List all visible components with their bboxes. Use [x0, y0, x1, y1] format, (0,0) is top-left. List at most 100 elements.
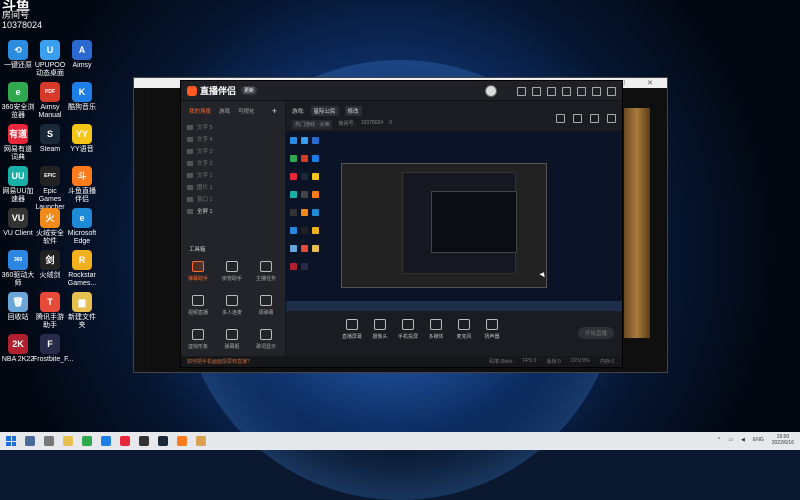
skin-icon[interactable] [532, 86, 541, 96]
task-view-icon[interactable] [44, 436, 54, 446]
source-item[interactable]: 文字 1 [187, 169, 285, 181]
modify-category-button[interactable]: 修改 [344, 106, 362, 116]
visibility-icon[interactable] [187, 124, 193, 130]
message-icon[interactable] [517, 86, 526, 96]
tool-button[interactable]: 弹幕助手 [183, 261, 213, 282]
control-button[interactable]: 手机投屏 [394, 319, 422, 340]
control-label: 摄像头 [372, 334, 388, 340]
desktop-icon[interactable]: UU 网易UU加速器 [1, 166, 35, 204]
desktop-icon[interactable]: PDF Aimsy Manual [33, 82, 67, 120]
desktop-icon[interactable]: F Frostbite_F... [33, 334, 73, 364]
source-item[interactable]: 文字 5 [187, 121, 285, 133]
desktop-icon[interactable]: e Microsoft Edge [65, 208, 99, 246]
desktop-icon[interactable]: S Steam [33, 124, 67, 154]
add-source-icon[interactable]: + [272, 106, 277, 116]
tool-button[interactable]: 弹幕姬 [217, 329, 247, 350]
desktop-icon[interactable]: 斗斗鱼直播伴侣 [65, 166, 99, 204]
desktop-icon[interactable]: U UPUPOO动态桌面 [33, 40, 67, 78]
source-item[interactable]: 窗口 1 [187, 193, 285, 205]
desktop-icon[interactable]: YY YY语音 [65, 124, 99, 154]
desktop-icon[interactable]: e 360安全浏览器 [1, 82, 35, 120]
status-help-link[interactable]: 如何把手机画面投屏到直播? [187, 358, 250, 365]
visibility-icon[interactable] [187, 148, 193, 154]
visibility-icon[interactable] [187, 172, 193, 178]
network-icon[interactable]: ▭ [728, 437, 733, 443]
tool-icon [260, 295, 272, 306]
desktop-icon[interactable]: A Aimsy [65, 40, 99, 70]
tool-button[interactable]: 视频直播 [183, 295, 213, 316]
tool-button[interactable]: 多人连麦 [217, 295, 247, 316]
desktop-icon[interactable]: EPICEpic Games Launcher [33, 166, 67, 212]
kugou-icon[interactable] [101, 436, 111, 446]
source-label: 文字 3 [197, 149, 213, 155]
link-icon[interactable] [607, 114, 616, 123]
desktop-icon[interactable]: ▆ 新建文件夹 [65, 292, 99, 330]
desktop-icon[interactable]: ⟲ 一键还原 [1, 40, 35, 70]
visibility-icon[interactable] [187, 208, 193, 214]
control-button[interactable]: 摄像头 [366, 319, 394, 340]
stream-preview[interactable] [286, 131, 622, 311]
nested-app-panel [402, 172, 517, 274]
start-live-button[interactable]: 开始直播 [578, 327, 614, 339]
menu-icon[interactable] [562, 86, 571, 96]
badge-room-number: 10378024 [2, 20, 43, 30]
desktop-icon[interactable]: T 腾讯手游助手 [33, 292, 67, 330]
visibility-icon[interactable] [187, 184, 193, 190]
youdao-icon[interactable] [120, 436, 130, 446]
desktop-icon[interactable]: 火火绒安全软件 [33, 208, 67, 246]
source-item[interactable]: 文字 2 [187, 157, 285, 169]
desktop-icon[interactable]: 360 360驱动大师 [1, 250, 35, 288]
visibility-icon[interactable] [187, 160, 193, 166]
source-item[interactable]: 文字 3 [187, 145, 285, 157]
desktop-icon[interactable]: 🗑 回收站 [1, 292, 35, 322]
tab-my-scenes[interactable]: 我的场景 [189, 107, 211, 115]
source-item[interactable]: 全屏 1 [187, 205, 285, 217]
visibility-icon[interactable] [187, 136, 193, 142]
tab-visual[interactable]: 可视化 [238, 107, 255, 115]
app-logo: 直播伴侣 更新 [187, 84, 258, 97]
desktop-icon[interactable]: 有道 网易有道词典 [1, 124, 35, 162]
source-item[interactable]: 文字 4 [187, 133, 285, 145]
douyu-icon[interactable] [177, 436, 187, 446]
browser-icon[interactable] [82, 436, 92, 446]
start-menu-icon[interactable] [6, 436, 16, 446]
toolbox-title: 工具箱 [189, 247, 206, 253]
gift-icon[interactable] [556, 114, 565, 123]
source-item[interactable]: 图片 1 [187, 181, 285, 193]
language-indicator[interactable]: ENG [753, 437, 764, 443]
tool-button[interactable]: 调弹幕 [251, 295, 281, 316]
close-icon[interactable] [607, 86, 616, 96]
clock[interactable]: 19:50 2022/6/16 [772, 434, 794, 446]
control-button[interactable]: 直播屏幕 [338, 319, 366, 340]
steam-icon[interactable] [158, 436, 168, 446]
control-button[interactable]: 扬声器 [478, 319, 506, 340]
desktop-icon[interactable]: 2K NBA 2K22 [1, 334, 35, 364]
desktop-icon[interactable]: 剑火绒剑 [33, 250, 67, 280]
tab-game[interactable]: 游戏 [219, 107, 230, 115]
minimize-icon[interactable] [577, 86, 586, 96]
share-icon[interactable] [573, 114, 582, 123]
control-button[interactable]: 麦克风 [450, 319, 478, 340]
update-button[interactable]: 更新 [241, 86, 258, 95]
visibility-icon[interactable] [187, 196, 193, 202]
settings-icon[interactable] [547, 86, 556, 96]
desktop-icon[interactable]: R Rockstar Games... [65, 250, 99, 288]
file-explorer-icon[interactable] [63, 436, 73, 446]
tool-button[interactable]: 房管助手 [217, 261, 247, 282]
tool-button[interactable]: 歌词显示 [251, 329, 281, 350]
desktop-icon[interactable]: VU VU Client [1, 208, 35, 238]
obs-icon[interactable] [139, 436, 149, 446]
tool-label: 房管助手 [221, 276, 242, 282]
tray-arrow-icon[interactable]: ^ [718, 437, 720, 443]
search-icon[interactable] [25, 436, 35, 446]
avatar[interactable] [485, 85, 497, 97]
volume-icon[interactable]: ◀ [741, 437, 745, 443]
desktop-icon[interactable]: K 酷狗音乐 [65, 82, 99, 112]
tool-button[interactable]: 主播任务 [251, 261, 281, 282]
app-running-icon[interactable] [196, 436, 206, 446]
bell-icon[interactable] [590, 114, 599, 123]
stream-tag[interactable]: 热门游戏 · 大神 [292, 120, 333, 129]
control-button[interactable]: 多媒体 [422, 319, 450, 340]
maximize-icon[interactable] [592, 86, 601, 96]
tool-button[interactable]: 虚拟形象 [183, 329, 213, 350]
